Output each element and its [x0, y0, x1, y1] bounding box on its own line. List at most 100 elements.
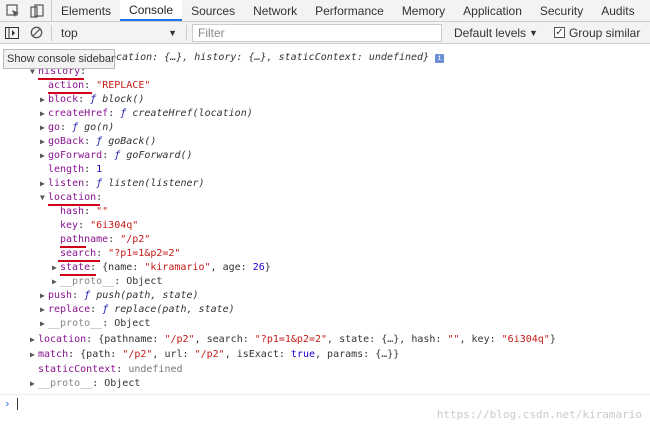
sidebar-toggle-icon: [5, 26, 19, 39]
tree-row-go[interactable]: ▶ go: ƒ go(n): [40, 121, 114, 135]
match-text: , isExact:: [224, 349, 291, 360]
tree-row-location[interactable]: ▼ location:: [40, 191, 102, 205]
loc2-text: {pathname:: [98, 334, 165, 345]
search-key: search: [60, 248, 97, 259]
prompt-chevron-icon: ›: [4, 397, 11, 410]
goForward-value: goForward(): [126, 150, 193, 161]
proto-key: __proto__: [48, 318, 103, 329]
block-value: block(): [102, 94, 145, 105]
collapsed-arrow-icon[interactable]: ▶: [30, 377, 38, 391]
length-key: length: [48, 164, 85, 175]
sidebar-tooltip: Show console sidebar: [3, 49, 115, 69]
tree-row-goBack[interactable]: ▶ goBack: ƒ goBack(): [40, 135, 156, 149]
tree-row-proto-root[interactable]: ▶ __proto__: Object: [30, 377, 140, 391]
collapsed-arrow-icon[interactable]: ▶: [40, 289, 48, 303]
collapsed-arrow-icon[interactable]: ▶: [40, 317, 48, 331]
go-key: go: [48, 122, 61, 133]
loc2-text: , search:: [194, 334, 255, 345]
tab-security[interactable]: Security: [531, 0, 592, 21]
createHref-key: createHref: [48, 108, 109, 119]
tree-row-key: key: "6i304q": [60, 220, 139, 231]
match-text: , url:: [152, 349, 195, 360]
proto-key: __proto__: [60, 276, 115, 287]
collapsed-arrow-icon[interactable]: ▶: [40, 177, 48, 191]
sidebar-toggle-button[interactable]: [0, 22, 24, 44]
tree-row-createHref[interactable]: ▶ createHref: ƒ createHref(location): [40, 107, 253, 121]
log-summary[interactable]: ocation: {…}, history: {…}, staticContex…: [110, 51, 445, 65]
summary-text: ocation: {…}, history: {…}, staticContex…: [110, 52, 430, 63]
console-toolbar: top ▼ Filter Default levels ▼ ✓ Group si…: [0, 22, 650, 44]
loc2-key: "6i304q": [501, 334, 550, 345]
tree-row-location-root[interactable]: ▶ location: {pathname: "/p2", search: "?p…: [30, 333, 556, 347]
console-output: ocation: {…}, history: {…}, staticContex…: [0, 45, 650, 395]
match-text: , params: {…}}: [315, 349, 400, 360]
hash-key: hash: [60, 206, 85, 217]
clear-console-button[interactable]: [24, 22, 48, 44]
tree-row-match[interactable]: ▶ match: {path: "/p2", url: "/p2", isExac…: [30, 348, 399, 362]
match-key: match: [38, 349, 69, 360]
expanded-arrow-icon[interactable]: ▼: [40, 191, 48, 205]
tab-application[interactable]: Application: [454, 0, 531, 21]
collapsed-arrow-icon[interactable]: ▶: [40, 303, 48, 317]
staticContext-key: staticContext: [38, 364, 117, 375]
proto-key: __proto__: [38, 378, 93, 389]
filter-input[interactable]: Filter: [192, 23, 442, 42]
tab-elements[interactable]: Elements: [52, 0, 120, 21]
proto-value: Object: [114, 318, 151, 329]
key-value: "6i304q": [90, 220, 139, 231]
tab-performance[interactable]: Performance: [306, 0, 393, 21]
tree-row-pathname: pathname: "/p2": [60, 234, 151, 245]
loc2-hash: "": [447, 334, 460, 345]
tree-row-goForward[interactable]: ▶ goForward: ƒ goForward(): [40, 149, 193, 163]
chevron-down-icon: ▼: [529, 27, 538, 38]
collapsed-arrow-icon[interactable]: ▶: [40, 121, 48, 135]
tree-row-staticContext: staticContext: undefined: [38, 364, 183, 375]
tree-row-proto-location[interactable]: ▶ __proto__: Object: [52, 275, 162, 289]
inspect-element-icon[interactable]: [6, 3, 20, 18]
collapsed-arrow-icon[interactable]: ▶: [40, 149, 48, 163]
log-levels-dropdown[interactable]: Default levels ▼: [454, 26, 538, 40]
tree-row-replace[interactable]: ▶ replace: ƒ replace(path, state): [40, 303, 235, 317]
block-key: block: [48, 94, 79, 105]
levels-label: Default levels: [454, 25, 527, 40]
tree-row-hash: hash: "": [60, 206, 109, 217]
group-similar-toggle[interactable]: ✓ Group similar: [553, 25, 641, 40]
tree-row-proto-history[interactable]: ▶ __proto__: Object: [40, 317, 150, 331]
tab-audits[interactable]: Audits: [592, 0, 643, 21]
tab-memory[interactable]: Memory: [393, 0, 454, 21]
tab-sources[interactable]: Sources: [182, 0, 244, 21]
annotation-underline: [48, 204, 100, 206]
context-selector[interactable]: top ▼: [55, 26, 183, 40]
annotation-underline: [58, 260, 100, 262]
device-toolbar-icon[interactable]: [30, 3, 44, 18]
listen-value: listen(listener): [108, 178, 205, 189]
collapsed-arrow-icon[interactable]: ▶: [52, 275, 60, 289]
collapsed-arrow-icon[interactable]: ▶: [52, 261, 60, 275]
collapsed-arrow-icon[interactable]: ▶: [40, 107, 48, 121]
tree-row-search: search: "?p1=1&p2=2": [60, 248, 181, 259]
group-similar-checkbox[interactable]: ✓: [553, 27, 565, 38]
tree-row-push[interactable]: ▶ push: ƒ push(path, state): [40, 289, 199, 303]
pathname-key: pathname: [60, 234, 109, 245]
tree-row-action: action: "REPLACE": [48, 80, 151, 91]
createHref-value: createHref(location): [132, 108, 253, 119]
match-url: "/p2": [194, 349, 225, 360]
info-icon[interactable]: i: [435, 54, 445, 63]
pathname-value: "/p2": [120, 234, 151, 245]
tree-row-listen[interactable]: ▶ listen: ƒ listen(listener): [40, 177, 205, 191]
state-key: state: [60, 262, 91, 273]
action-value: "REPLACE": [96, 80, 151, 91]
tree-row-block[interactable]: ▶ block: ƒ block(): [40, 93, 144, 107]
state-name-value: "kiramario": [144, 262, 211, 273]
tab-console[interactable]: Console: [120, 0, 183, 21]
chevron-down-icon: ▼: [168, 27, 177, 38]
group-similar-label: Group similar: [568, 25, 641, 40]
tree-row-state[interactable]: ▶ state: {name: "kiramario", age: 26}: [52, 261, 271, 275]
loc2-search: "?p1=1&p2=2": [254, 334, 328, 345]
tab-network[interactable]: Network: [244, 0, 306, 21]
listen-key: listen: [48, 178, 85, 189]
collapsed-arrow-icon[interactable]: ▶: [30, 333, 38, 347]
collapsed-arrow-icon[interactable]: ▶: [40, 93, 48, 107]
collapsed-arrow-icon[interactable]: ▶: [40, 135, 48, 149]
collapsed-arrow-icon[interactable]: ▶: [30, 348, 38, 362]
